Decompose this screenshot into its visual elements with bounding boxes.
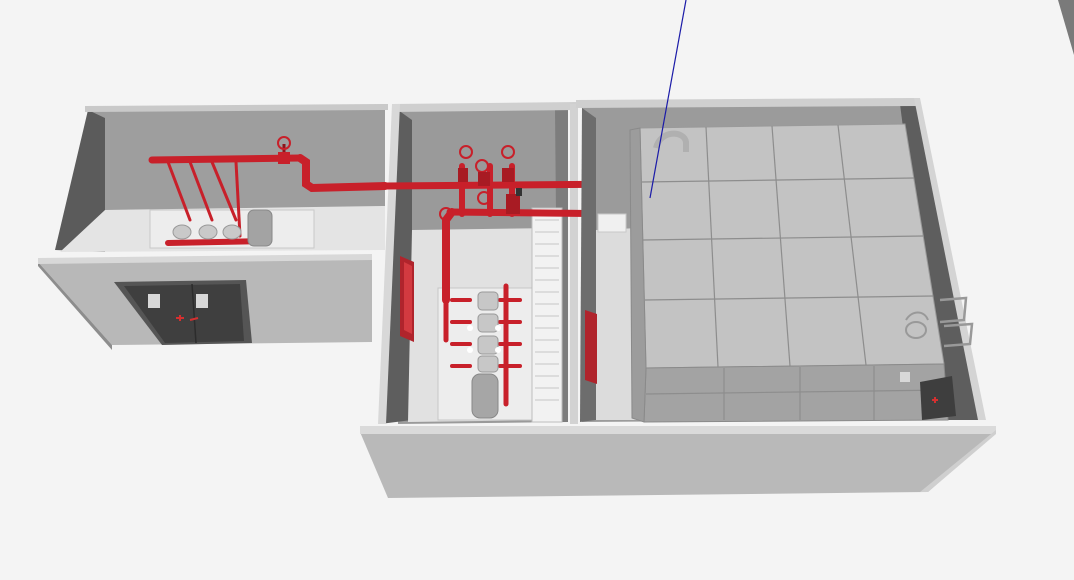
left-room[interactable]: [38, 104, 389, 350]
background-wall-edge: [1058, 0, 1074, 55]
front-wall: [360, 426, 996, 498]
tank-room-door-icon[interactable]: [920, 376, 956, 420]
cable-tray: [531, 207, 563, 423]
control-cabinet-icon-2[interactable]: [585, 310, 597, 384]
control-cabinet-icon[interactable]: [400, 256, 414, 342]
building-model: [38, 0, 1074, 498]
tank-room[interactable]: [576, 98, 986, 423]
3d-viewport[interactable]: [0, 0, 1074, 580]
